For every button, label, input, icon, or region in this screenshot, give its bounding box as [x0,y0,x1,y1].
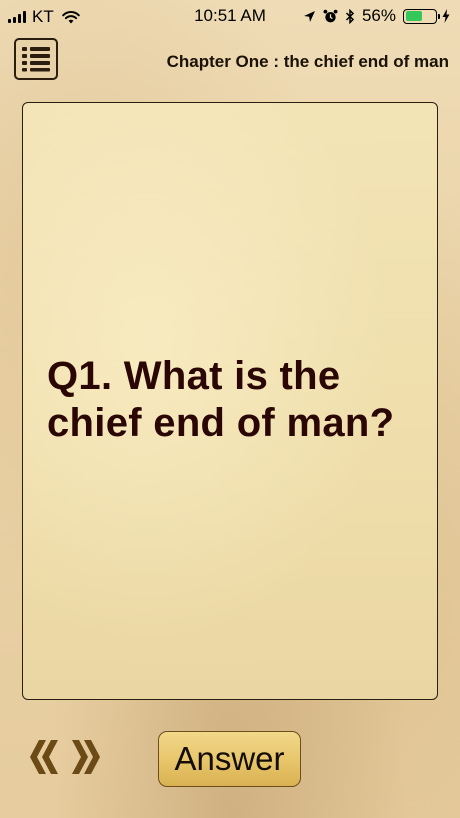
charging-icon [442,9,450,23]
answer-button[interactable]: Answer [158,731,301,787]
list-menu-icon [21,46,51,72]
double-chevron-right-icon [71,738,103,776]
menu-button[interactable] [14,38,58,80]
battery-percent: 56% [361,6,396,25]
chapter-title: Chapter One : the chief end of man [166,52,449,71]
bluetooth-icon [345,8,355,24]
location-icon [303,10,316,23]
status-bar: KT 10:51 AM 56% [0,0,460,34]
question-card: Q1. What is the chief end of man? [22,102,438,700]
double-chevron-left-icon [27,738,59,776]
battery-icon [403,8,440,24]
next-button[interactable] [70,737,104,777]
card-navigation [26,737,104,777]
question-text: Q1. What is the chief end of man? [47,354,395,445]
alarm-icon [323,9,338,24]
previous-button[interactable] [26,737,60,777]
status-right: 56% [303,6,450,26]
